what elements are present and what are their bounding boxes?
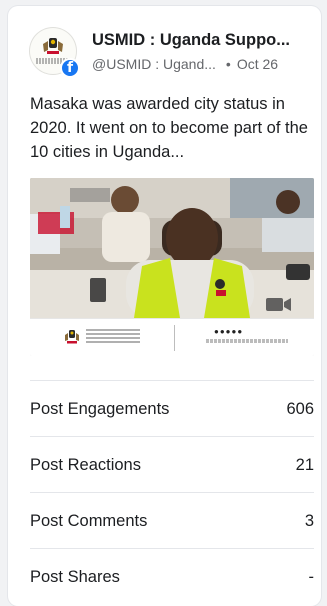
post-text[interactable]: Masaka was awarded city status in 2020. … [30,92,314,164]
stat-value: 606 [286,400,314,418]
meta-separator: • [225,56,231,72]
post-meta: @USMID : Ugand... • Oct 26 [92,56,278,72]
banner-coat-of-arms-icon [65,330,79,344]
stat-value: 21 [295,456,314,474]
banner-divider [174,325,175,351]
photo-banner: ●●●●● [30,318,314,356]
stat-row-comments: Post Comments 3 [30,492,314,548]
stat-value: - [308,568,315,586]
stat-value: 3 [304,512,314,530]
page-handle: @USMID : Ugand... [92,56,216,72]
post-media[interactable]: ●●●●● [30,178,314,356]
post-date[interactable]: Oct 26 [237,56,278,72]
post-card[interactable]: f USMID : Uganda Suppo... @USMID : Ugand… [8,6,321,606]
stat-label: Post Reactions [30,456,141,474]
stat-label: Post Engagements [30,400,170,418]
stat-label: Post Shares [30,568,120,586]
page-name[interactable]: USMID : Uganda Suppo... [92,31,321,50]
post-stats: Post Engagements 606 Post Reactions 21 P… [30,380,314,604]
facebook-icon: f [60,58,80,78]
coat-of-arms-icon [43,38,63,54]
stat-row-engagements: Post Engagements 606 [30,380,314,436]
video-icon [266,298,291,311]
stat-row-shares: Post Shares - [30,548,314,604]
stat-label: Post Comments [30,512,148,530]
banner-text [86,329,140,345]
post-header: f USMID : Uganda Suppo... @USMID : Ugand… [30,28,311,82]
banner-caption [206,339,288,343]
stat-row-reactions: Post Reactions 21 [30,436,314,492]
social-icons: ●●●●● [214,327,244,336]
